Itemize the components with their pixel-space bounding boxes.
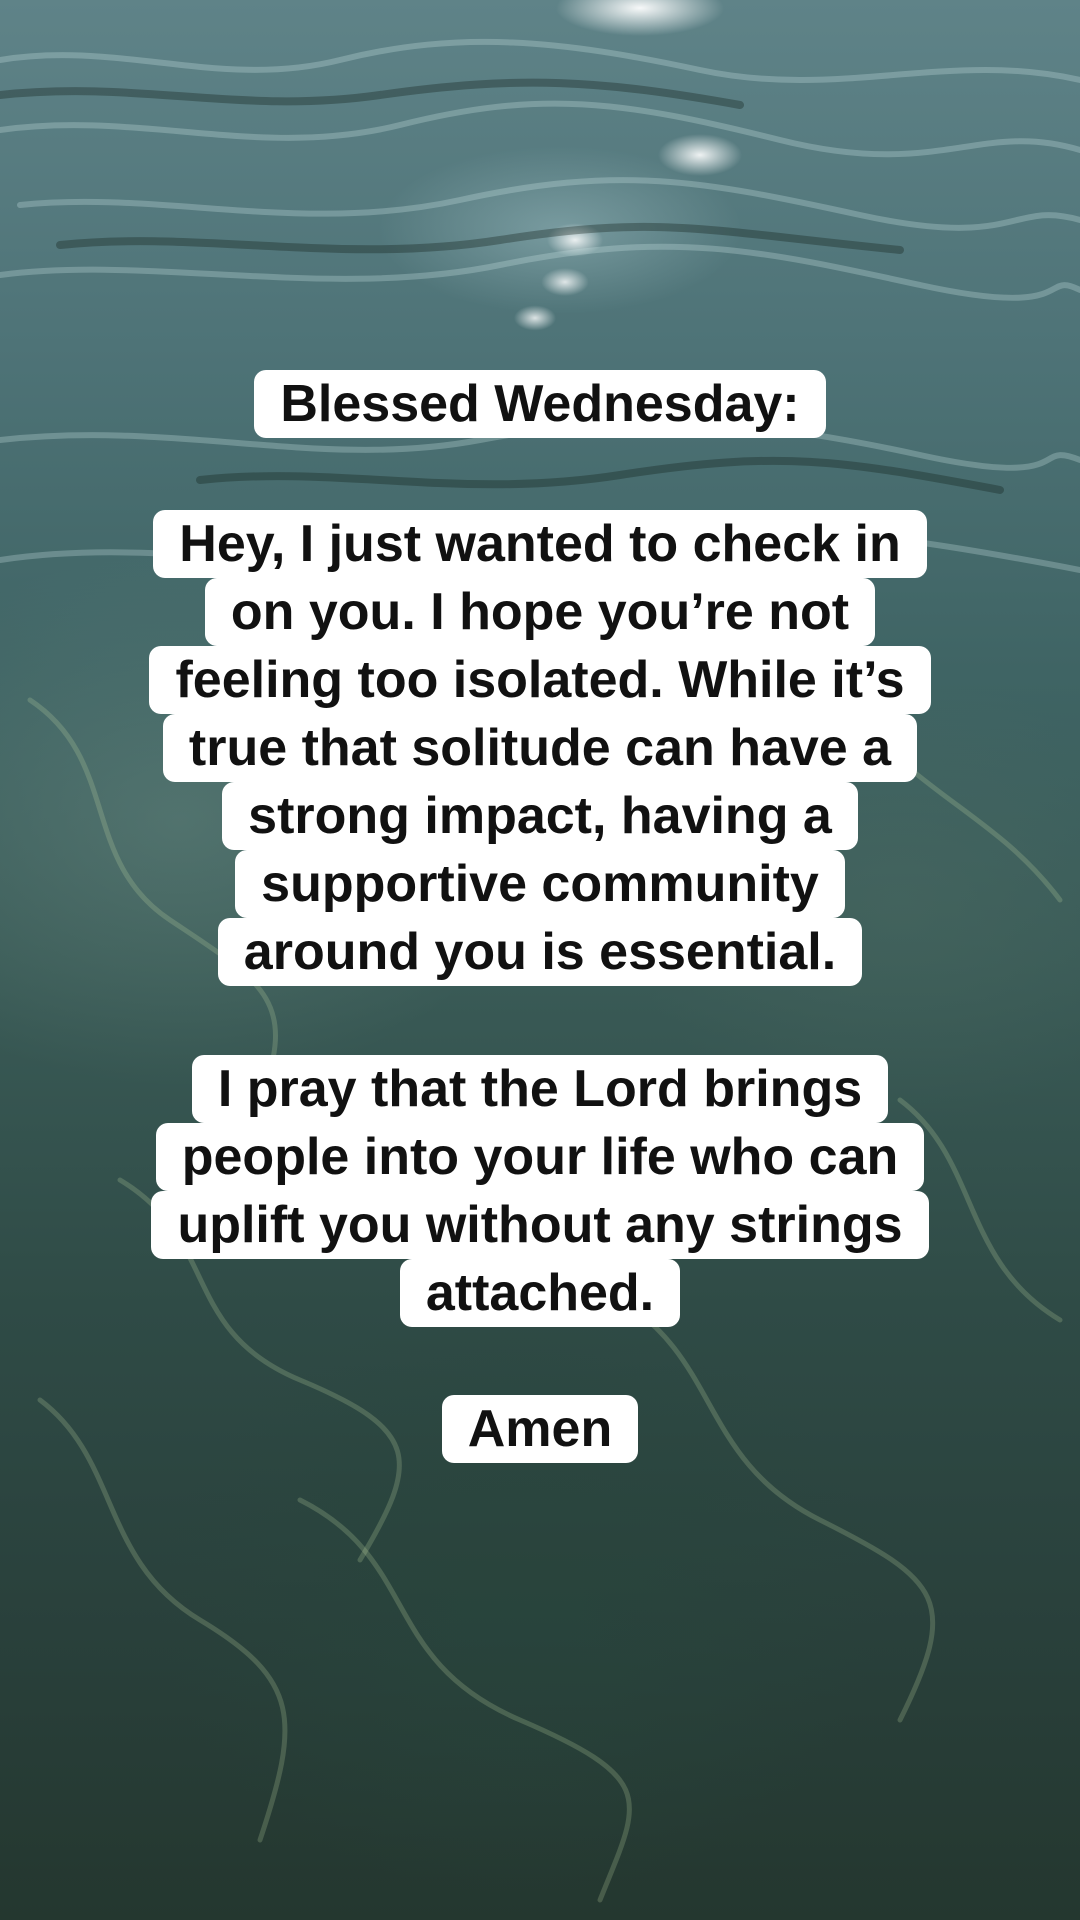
paragraph-1-line: feeling too isolated. While it’s [149, 646, 931, 714]
closing-block: Amen [0, 1395, 1080, 1463]
paragraph-2: I pray that the Lord brings people into … [0, 1055, 1080, 1327]
paragraph-1-line: true that solitude can have a [162, 714, 918, 782]
paragraph-1-line: strong impact, having a [222, 782, 858, 850]
paragraph-1-line: Hey, I just wanted to check in [153, 510, 927, 578]
paragraph-2-line: people into your life who can [155, 1123, 925, 1191]
paragraph-1-line: on you. I hope you’re not [204, 578, 876, 646]
title-block: Blessed Wednesday: [0, 370, 1080, 438]
paragraph-1: Hey, I just wanted to check in on you. I… [0, 510, 1080, 986]
paragraph-1-line: around you is essential. [217, 918, 863, 986]
closing-label: Amen [441, 1395, 639, 1463]
paragraph-2-line: attached. [399, 1259, 681, 1327]
paragraph-2-line: uplift you without any strings [151, 1191, 929, 1259]
paragraph-2-line: I pray that the Lord brings [191, 1055, 889, 1123]
title-label: Blessed Wednesday: [254, 370, 826, 438]
paragraph-1-line: supportive community [235, 850, 845, 918]
